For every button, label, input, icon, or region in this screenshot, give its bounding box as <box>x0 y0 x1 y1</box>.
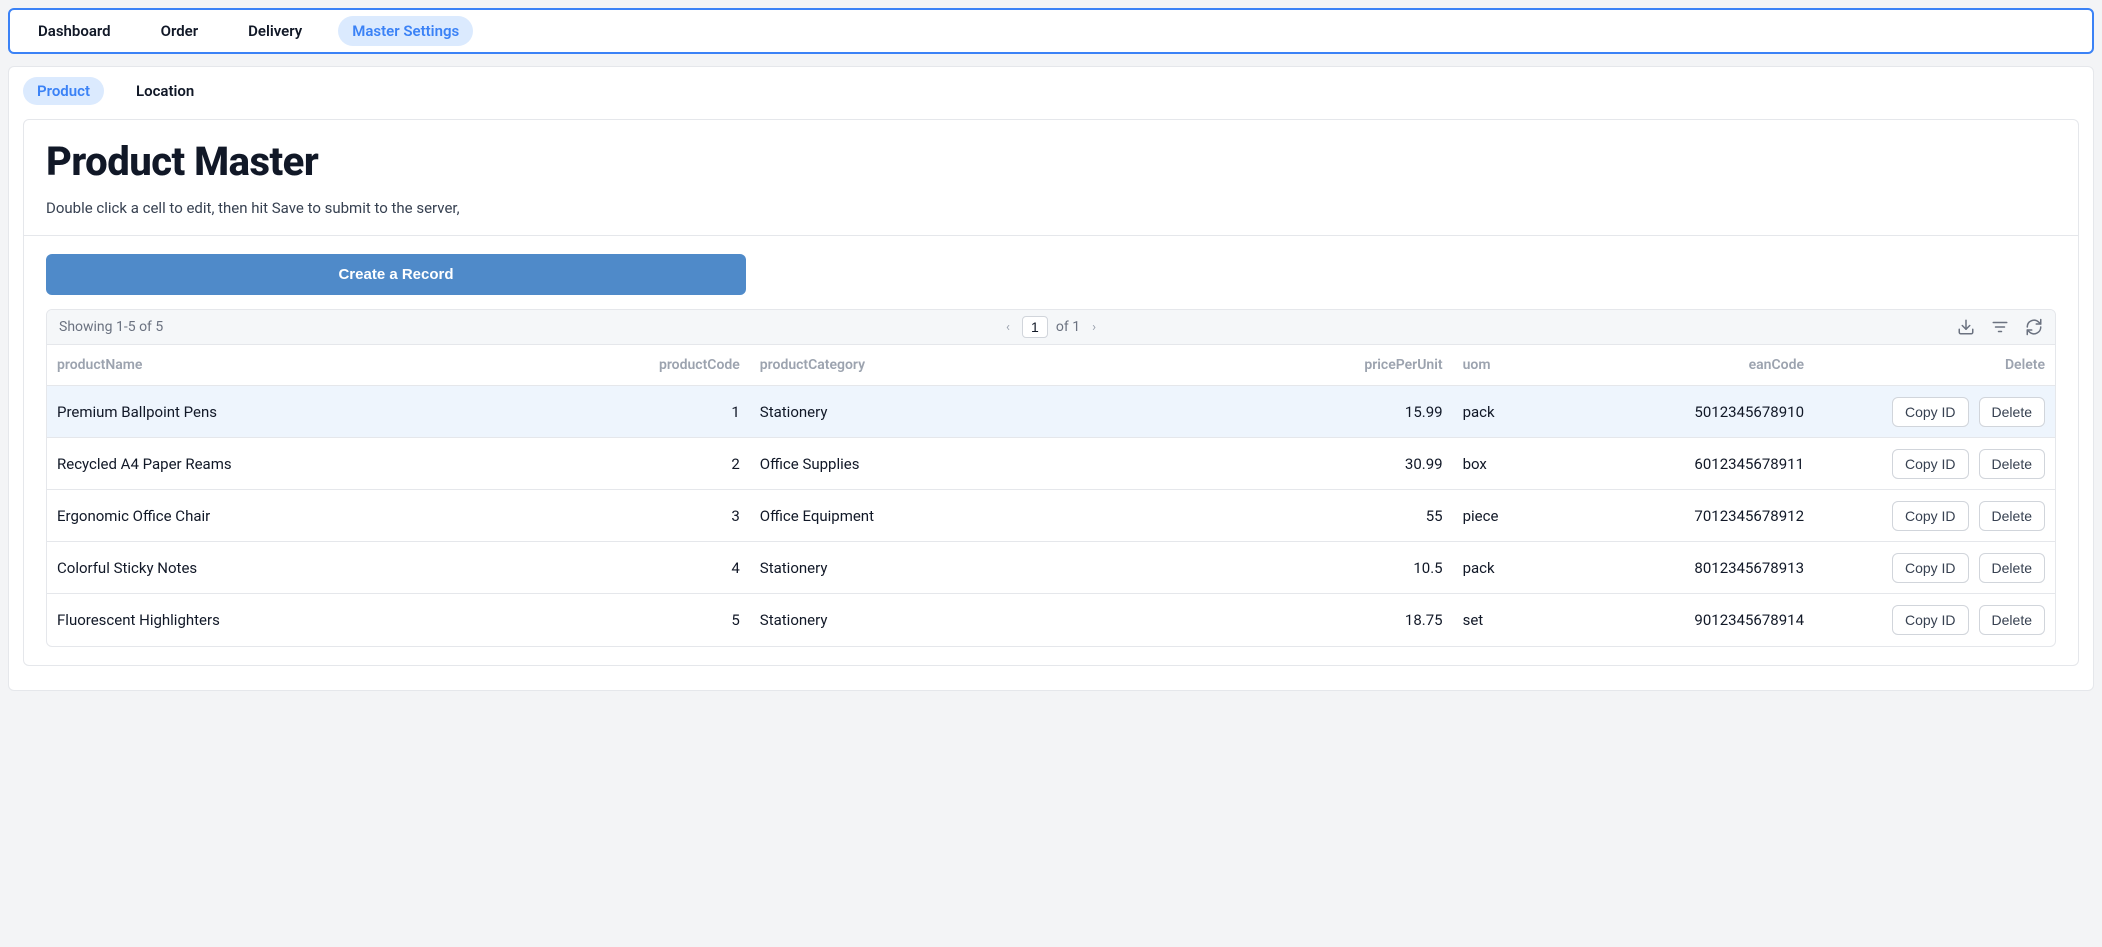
col-header-eancode[interactable]: eanCode <box>1573 345 1814 386</box>
top-tab-delivery[interactable]: Delivery <box>234 16 316 46</box>
cell-productname[interactable]: Premium Ballpoint Pens <box>47 386 408 438</box>
col-header-productcode[interactable]: productCode <box>408 345 749 386</box>
cell-productname[interactable]: Fluorescent Highlighters <box>47 594 408 646</box>
cell-productcategory[interactable]: Office Supplies <box>750 438 1132 490</box>
copy-id-button[interactable]: Copy ID <box>1892 449 1969 479</box>
cell-eancode[interactable]: 6012345678911 <box>1573 438 1814 490</box>
top-tab-dashboard[interactable]: Dashboard <box>24 16 125 46</box>
cell-productcode[interactable]: 3 <box>408 490 749 542</box>
cell-actions: Copy ID Delete <box>1814 438 2055 490</box>
sub-tab-product[interactable]: Product <box>23 77 104 105</box>
toolbar-actions <box>1957 318 2043 336</box>
cell-productcode[interactable]: 2 <box>408 438 749 490</box>
top-tab-master-settings[interactable]: Master Settings <box>338 16 473 46</box>
cell-priceperunit[interactable]: 10.5 <box>1131 542 1452 594</box>
delete-button[interactable]: Delete <box>1979 553 2045 583</box>
cell-priceperunit[interactable]: 30.99 <box>1131 438 1452 490</box>
cell-actions: Copy ID Delete <box>1814 542 2055 594</box>
pager-next-icon[interactable]: › <box>1088 320 1100 335</box>
col-header-productname[interactable]: productName <box>47 345 408 386</box>
table-row: Recycled A4 Paper Reams2Office Supplies3… <box>47 438 2055 490</box>
copy-id-button[interactable]: Copy ID <box>1892 501 1969 531</box>
cell-eancode[interactable]: 9012345678914 <box>1573 594 1814 646</box>
cell-uom[interactable]: pack <box>1453 386 1573 438</box>
cell-productcategory[interactable]: Office Equipment <box>750 490 1132 542</box>
card-body: Create a Record Showing 1-5 of 5 ‹ of 1 … <box>24 236 2078 665</box>
delete-button[interactable]: Delete <box>1979 397 2045 427</box>
pager: ‹ of 1 › <box>1002 316 1100 338</box>
cell-productcode[interactable]: 5 <box>408 594 749 646</box>
cell-productcategory[interactable]: Stationery <box>750 386 1132 438</box>
table-header-row: productName productCode productCategory … <box>47 345 2055 386</box>
cell-productname[interactable]: Recycled A4 Paper Reams <box>47 438 408 490</box>
cell-actions: Copy ID Delete <box>1814 386 2055 438</box>
table-row: Colorful Sticky Notes4Stationery10.5pack… <box>47 542 2055 594</box>
page-of-text: of 1 <box>1056 319 1080 335</box>
download-icon[interactable] <box>1957 318 1975 336</box>
table-row: Premium Ballpoint Pens1Stationery15.99pa… <box>47 386 2055 438</box>
card-header: Product Master Double click a cell to ed… <box>24 120 2078 236</box>
cell-productcategory[interactable]: Stationery <box>750 594 1132 646</box>
table-row: Ergonomic Office Chair3Office Equipment5… <box>47 490 2055 542</box>
cell-productname[interactable]: Colorful Sticky Notes <box>47 542 408 594</box>
col-header-productcategory[interactable]: productCategory <box>750 345 1132 386</box>
table-container: Showing 1-5 of 5 ‹ of 1 › <box>46 309 2056 647</box>
cell-productcategory[interactable]: Stationery <box>750 542 1132 594</box>
showing-text: Showing 1-5 of 5 <box>59 319 163 335</box>
col-header-priceperunit[interactable]: pricePerUnit <box>1131 345 1452 386</box>
product-table: productName productCode productCategory … <box>47 345 2055 646</box>
top-tab-order[interactable]: Order <box>147 16 213 46</box>
table-row: Fluorescent Highlighters5Stationery18.75… <box>47 594 2055 646</box>
table-toolbar: Showing 1-5 of 5 ‹ of 1 › <box>47 310 2055 345</box>
refresh-icon[interactable] <box>2025 318 2043 336</box>
content-wrapper: Product Location Product Master Double cl… <box>8 66 2094 691</box>
cell-actions: Copy ID Delete <box>1814 490 2055 542</box>
sub-tab-location[interactable]: Location <box>122 77 208 105</box>
cell-eancode[interactable]: 8012345678913 <box>1573 542 1814 594</box>
pager-prev-icon[interactable]: ‹ <box>1002 320 1014 335</box>
copy-id-button[interactable]: Copy ID <box>1892 605 1969 635</box>
cell-eancode[interactable]: 5012345678910 <box>1573 386 1814 438</box>
cell-productname[interactable]: Ergonomic Office Chair <box>47 490 408 542</box>
top-nav: Dashboard Order Delivery Master Settings <box>24 16 2078 46</box>
delete-button[interactable]: Delete <box>1979 605 2045 635</box>
sub-nav: Product Location <box>23 77 2079 105</box>
table-body: Premium Ballpoint Pens1Stationery15.99pa… <box>47 386 2055 646</box>
cell-actions: Copy ID Delete <box>1814 594 2055 646</box>
page-subtitle: Double click a cell to edit, then hit Sa… <box>46 199 2056 217</box>
copy-id-button[interactable]: Copy ID <box>1892 553 1969 583</box>
delete-button[interactable]: Delete <box>1979 501 2045 531</box>
cell-uom[interactable]: box <box>1453 438 1573 490</box>
filter-icon[interactable] <box>1991 318 2009 336</box>
cell-productcode[interactable]: 4 <box>408 542 749 594</box>
col-header-uom[interactable]: uom <box>1453 345 1573 386</box>
col-header-delete: Delete <box>1814 345 2055 386</box>
page-title: Product Master <box>46 138 2056 185</box>
cell-eancode[interactable]: 7012345678912 <box>1573 490 1814 542</box>
page-input[interactable] <box>1022 316 1048 338</box>
cell-uom[interactable]: set <box>1453 594 1573 646</box>
delete-button[interactable]: Delete <box>1979 449 2045 479</box>
product-master-card: Product Master Double click a cell to ed… <box>23 119 2079 666</box>
cell-uom[interactable]: piece <box>1453 490 1573 542</box>
cell-uom[interactable]: pack <box>1453 542 1573 594</box>
top-nav-container: Dashboard Order Delivery Master Settings <box>8 8 2094 54</box>
cell-priceperunit[interactable]: 15.99 <box>1131 386 1452 438</box>
copy-id-button[interactable]: Copy ID <box>1892 397 1969 427</box>
cell-productcode[interactable]: 1 <box>408 386 749 438</box>
create-record-button[interactable]: Create a Record <box>46 254 746 295</box>
cell-priceperunit[interactable]: 18.75 <box>1131 594 1452 646</box>
cell-priceperunit[interactable]: 55 <box>1131 490 1452 542</box>
